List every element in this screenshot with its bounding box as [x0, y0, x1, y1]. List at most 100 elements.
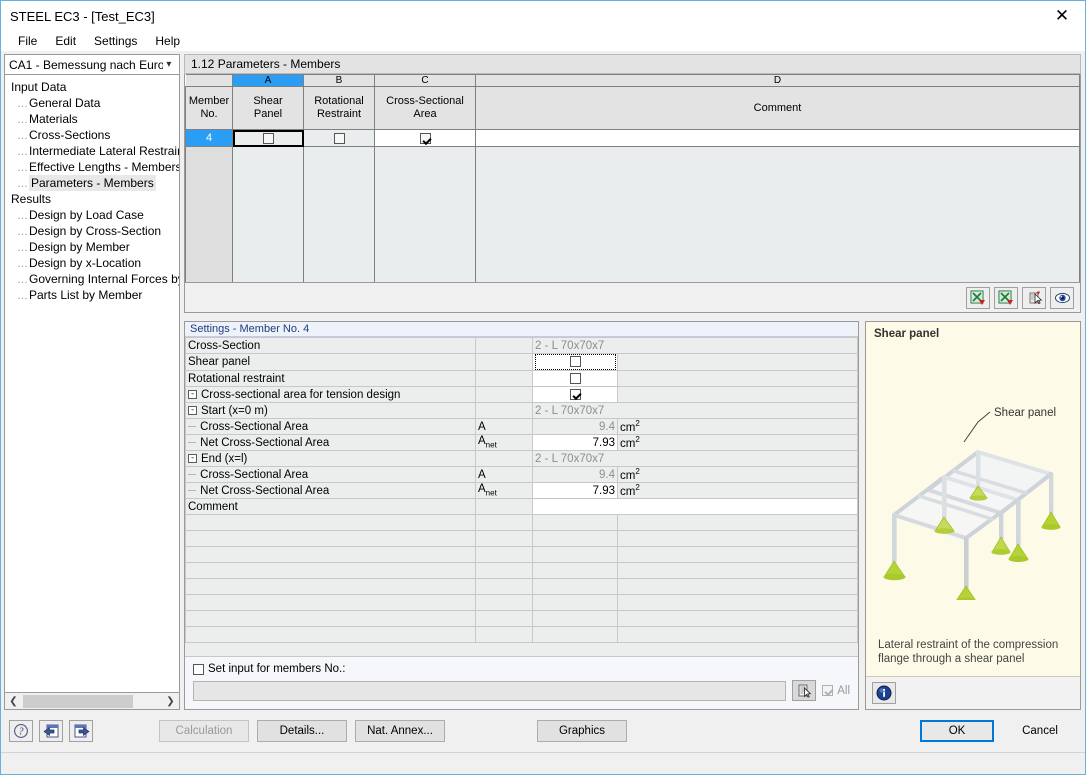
sidebar-item-parts-list-by-member[interactable]: … Parts List by Member	[5, 287, 179, 303]
checkbox-shear-panel-settings[interactable]	[570, 356, 581, 368]
pick-in-graphic-icon[interactable]	[1022, 286, 1046, 309]
graphics-button[interactable]: Graphics	[537, 720, 627, 742]
row-member-no[interactable]: 4	[185, 129, 233, 147]
grid-col-header-a[interactable]: A	[232, 74, 304, 87]
cell-comment[interactable]	[475, 129, 1080, 147]
pick-members-icon[interactable]	[792, 680, 817, 701]
set-input-checkbox-row[interactable]: Set input for members No.:	[193, 663, 850, 675]
settings-row-end[interactable]: - End (x=l) 2 - L 70x70x7	[185, 450, 858, 467]
sidebar-item-design-by-x-location[interactable]: … Design by x-Location	[5, 255, 179, 271]
sidebar-item-intermediate-lateral-restraints[interactable]: … Intermediate Lateral Restraints	[5, 143, 179, 159]
settings-row-comment[interactable]: Comment	[185, 498, 858, 515]
sidebar-item-governing-internal-forces[interactable]: …Governing Internal Forces by M	[5, 271, 179, 287]
chevron-left-icon[interactable]: ❮	[6, 696, 21, 707]
grid-col-header-c[interactable]: C	[374, 74, 476, 87]
settings-unit: cm2	[617, 418, 858, 435]
settings-row-start-net-area[interactable]: ─ Net Cross-Sectional Area Anet 7.93 cm2	[185, 434, 858, 451]
checkbox-cross-sectional-area[interactable]	[419, 132, 431, 144]
settings-row-end-net-area[interactable]: ─ Net Cross-Sectional Area Anet 7.93 cm2	[185, 482, 858, 499]
settings-row-cross-section[interactable]: Cross-Section 2 - L 70x70x7	[185, 337, 858, 354]
scrollbar-thumb[interactable]	[23, 694, 133, 708]
collapse-toggle-icon[interactable]: -	[188, 389, 197, 399]
settings-row-rotational-restraint[interactable]: Rotational restraint	[185, 370, 858, 387]
settings-value-end-area[interactable]: 9.4	[532, 466, 618, 483]
menu-item-settings[interactable]: Settings	[85, 32, 146, 50]
settings-row-end-area[interactable]: ─ Cross-Sectional Area A 9.4 cm2	[185, 466, 858, 483]
tree-group-input-data[interactable]: Input Data	[5, 79, 179, 95]
sidebar-item-materials[interactable]: … Materials	[5, 111, 179, 127]
navigator-horizontal-scrollbar[interactable]: ❮ ❯	[4, 693, 180, 710]
settings-value-tension-area[interactable]	[532, 386, 618, 403]
details-button[interactable]: Details...	[257, 720, 347, 742]
cell-rotational-restraint[interactable]	[303, 129, 375, 147]
cancel-button[interactable]: Cancel	[1003, 720, 1077, 742]
calculation-button[interactable]: Calculation	[159, 720, 249, 742]
settings-value-start-net-area[interactable]: 7.93	[532, 434, 618, 451]
grid-col-header-b[interactable]: B	[303, 74, 375, 87]
sidebar-item-design-by-load-case[interactable]: … Design by Load Case	[5, 207, 179, 223]
settings-value-end-net-area[interactable]: 7.93	[532, 482, 618, 499]
view-mode-eye-icon[interactable]	[1050, 286, 1074, 309]
settings-label-group[interactable]: - End (x=l)	[185, 450, 476, 467]
sidebar-item-design-by-member[interactable]: … Design by Member	[5, 239, 179, 255]
settings-row-start-area[interactable]: ─ Cross-Sectional Area A 9.4 cm2	[185, 418, 858, 435]
settings-empty-row	[185, 530, 858, 547]
checkbox-rotational-restraint-settings[interactable]	[569, 372, 581, 384]
settings-row-tension-area[interactable]: - Cross-sectional area for tension design	[185, 386, 858, 403]
menu-item-help[interactable]: Help	[146, 32, 189, 50]
members-input-field[interactable]	[193, 680, 787, 701]
info-icon[interactable]	[872, 682, 896, 704]
load-case-combobox[interactable]: CA1 - Bemessung nach Eurocod ▾	[4, 54, 180, 75]
ok-button[interactable]: OK	[920, 720, 994, 742]
empty-cell	[617, 546, 858, 563]
collapse-toggle-icon[interactable]: -	[188, 453, 197, 463]
settings-value-shear-panel[interactable]	[532, 353, 618, 371]
settings-row-start[interactable]: - Start (x=0 m) 2 - L 70x70x7	[185, 402, 858, 419]
collapse-toggle-icon[interactable]: -	[188, 405, 197, 415]
settings-value-comment[interactable]	[532, 498, 858, 515]
close-icon[interactable]: ✕	[1039, 1, 1085, 30]
checkbox-focus-frame[interactable]	[535, 354, 616, 370]
empty-cell	[185, 578, 476, 595]
settings-label-group[interactable]: - Cross-sectional area for tension design	[185, 386, 476, 403]
chevron-right-icon[interactable]: ❯	[163, 696, 178, 707]
sidebar-item-label: Effective Lengths - Members	[29, 160, 180, 174]
grid-col-header-d[interactable]: D	[475, 74, 1080, 87]
settings-label-group[interactable]: - Start (x=0 m)	[185, 402, 476, 419]
empty-cell	[617, 530, 858, 547]
checkbox-set-input-for-members[interactable]	[193, 663, 204, 675]
window-body: CA1 - Bemessung nach Eurocod ▾ Input Dat…	[1, 51, 1085, 710]
tree-dash-icon: …	[17, 274, 28, 286]
sidebar-item-general-data[interactable]: … General Data	[5, 95, 179, 111]
sidebar-item-parameters-members[interactable]: … Parameters - Members	[5, 175, 179, 191]
sidebar-item-cross-sections[interactable]: … Cross-Sections	[5, 127, 179, 143]
symbol-text: A	[478, 483, 486, 496]
sidebar-item-design-by-cross-section[interactable]: … Design by Cross-Section	[5, 223, 179, 239]
sidebar-item-effective-lengths-members[interactable]: … Effective Lengths - Members	[5, 159, 179, 175]
export-to-excel-up-icon[interactable]	[966, 286, 990, 309]
tree-group-results[interactable]: Results	[5, 191, 179, 207]
help-icon[interactable]: ?	[9, 720, 33, 742]
cell-shear-panel[interactable]	[232, 129, 304, 147]
nat-annex-button[interactable]: Nat. Annex...	[355, 720, 445, 742]
menu-item-file[interactable]: File	[9, 32, 46, 50]
table-row[interactable]: 4	[185, 129, 1080, 147]
settings-row-shear-panel[interactable]: Shear panel	[185, 353, 858, 371]
settings-symbol: A	[475, 418, 533, 435]
checkbox-tension-area[interactable]	[569, 388, 581, 400]
previous-module-icon[interactable]	[39, 720, 63, 742]
settings-value-start-area[interactable]: 9.4	[532, 418, 618, 435]
empty-cell	[475, 626, 533, 643]
menu-item-edit[interactable]: Edit	[46, 32, 85, 50]
checkbox-shear-panel[interactable]	[262, 132, 274, 144]
tree-dash-icon: …	[17, 98, 28, 110]
cell-cross-sectional-area[interactable]	[374, 129, 476, 147]
unit-text: cm	[620, 469, 636, 482]
empty-cell	[475, 530, 533, 547]
checkbox-rotational-restraint[interactable]	[333, 132, 345, 144]
next-module-icon[interactable]	[69, 720, 93, 742]
empty-cell	[617, 594, 858, 611]
settings-value-rotational-restraint[interactable]	[532, 370, 618, 387]
import-from-excel-down-icon[interactable]	[994, 286, 1018, 309]
grid-header-line2: Panel	[253, 108, 283, 120]
